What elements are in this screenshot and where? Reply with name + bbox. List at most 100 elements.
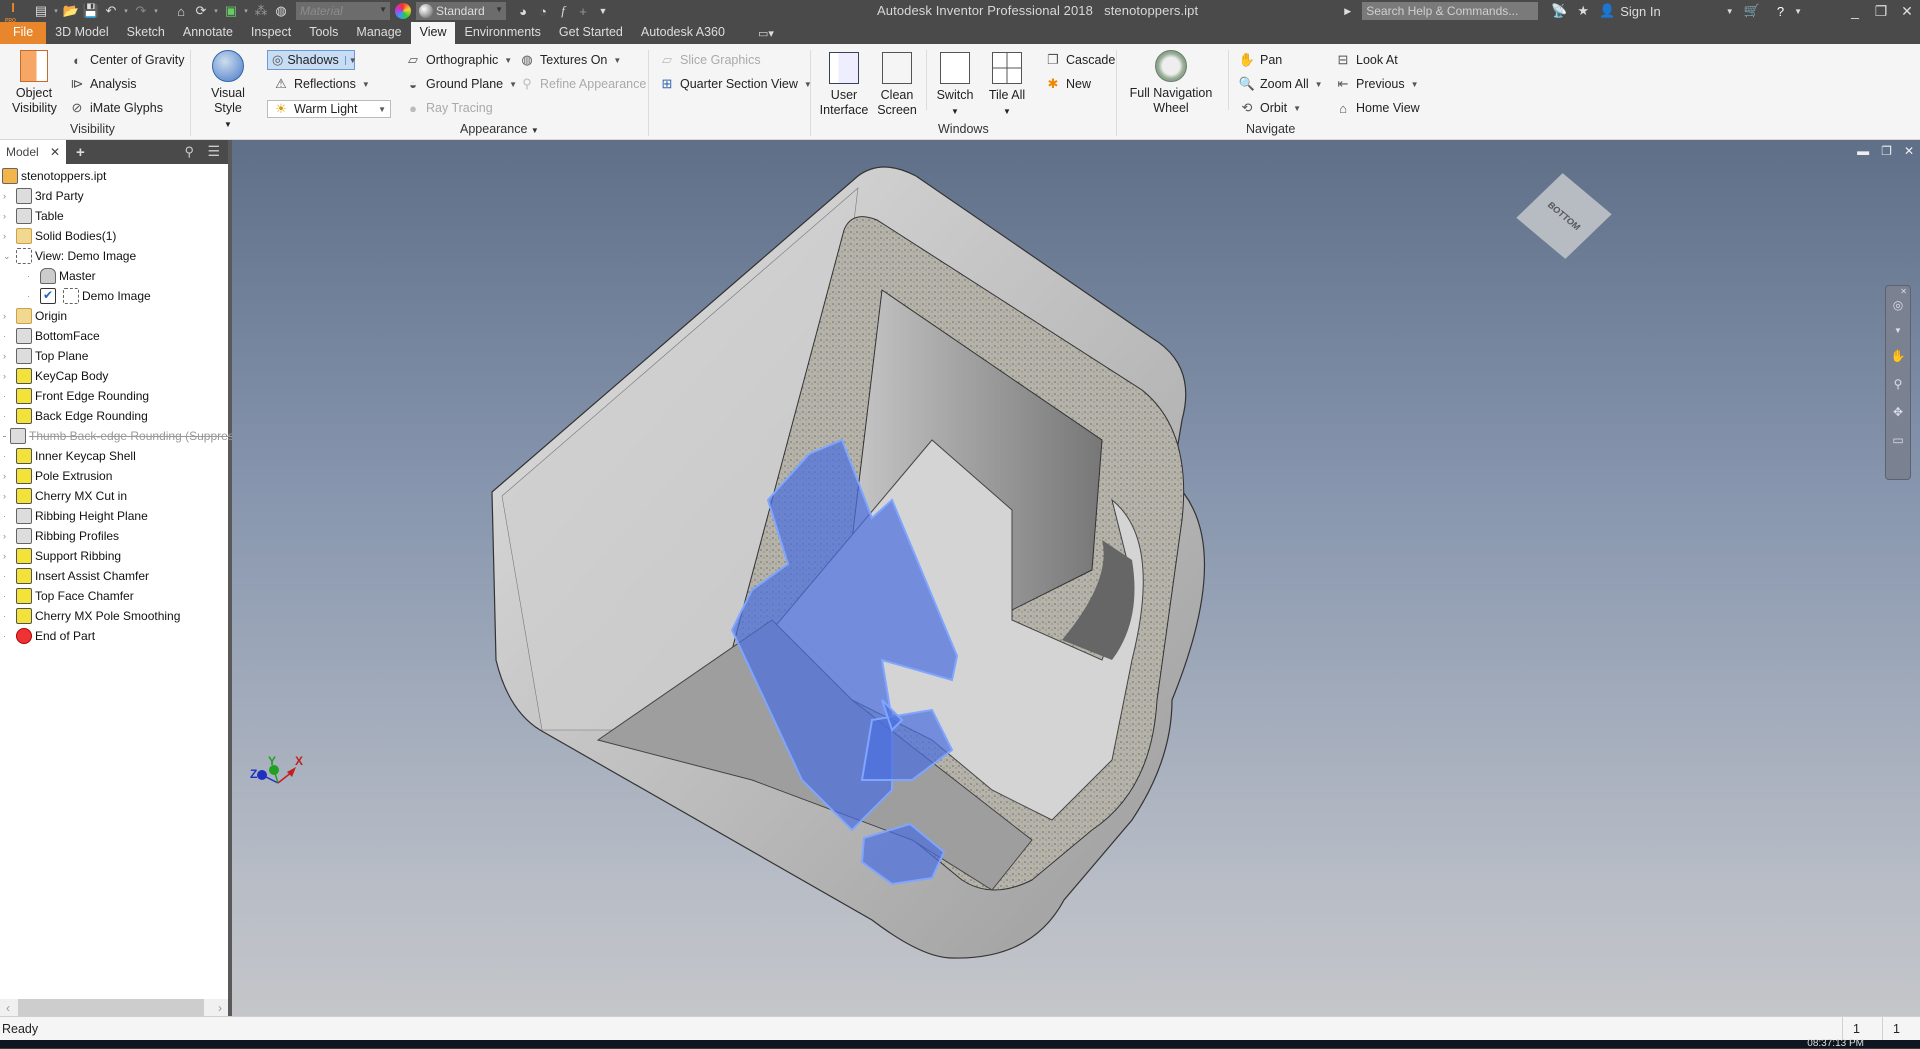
tree-node[interactable]: · Thumb Back-edge Rounding (Suppressed): [0, 426, 257, 446]
switch-button[interactable]: Switch ▼: [932, 52, 978, 119]
sign-in-link[interactable]: Sign In: [1620, 4, 1660, 19]
expand-chevron-icon[interactable]: ›: [3, 471, 12, 481]
new-window-button[interactable]: ✱ New: [1044, 76, 1091, 92]
sign-in-dropdown-icon[interactable]: ▼: [1726, 7, 1734, 16]
orbit-button[interactable]: ⟲ Orbit ▼: [1238, 100, 1301, 116]
parameters-fx-icon[interactable]: f: [554, 2, 572, 20]
tree-node[interactable]: › Support Ribbing: [0, 546, 228, 566]
new-file-icon[interactable]: ▤: [32, 2, 50, 20]
collapse-chevron-icon[interactable]: ⌄: [3, 251, 12, 262]
full-navigation-wheel-button[interactable]: Full Navigation Wheel: [1126, 50, 1216, 116]
tree-node[interactable]: · BottomFace: [0, 326, 228, 346]
help-icon[interactable]: ?: [1777, 4, 1784, 19]
close-button[interactable]: ✕: [1894, 3, 1920, 20]
tab-inspect[interactable]: Inspect: [242, 22, 300, 44]
tree-node[interactable]: › Ribbing Profiles: [0, 526, 228, 546]
redo-dropdown-icon[interactable]: ▾: [152, 7, 160, 15]
minimize-button[interactable]: _: [1842, 3, 1868, 19]
pan-button[interactable]: ✋ Pan: [1238, 52, 1282, 68]
cascade-button[interactable]: ❐ Cascade: [1044, 52, 1115, 68]
tab-view[interactable]: View: [410, 22, 456, 44]
expand-chevron-icon[interactable]: ›: [3, 191, 12, 201]
tree-node[interactable]: · Insert Assist Chamfer: [0, 566, 228, 586]
tile-all-button[interactable]: Tile All ▼: [984, 52, 1030, 119]
ground-plane-button[interactable]: ◒ Ground Plane ▼: [404, 76, 517, 92]
model-render[interactable]: Z Y X: [232, 140, 1920, 1016]
tree-node[interactable]: ⌄ View: Demo Image: [0, 246, 228, 266]
tab-tools[interactable]: Tools: [300, 22, 347, 44]
tree-node[interactable]: › Origin: [0, 306, 228, 326]
tree-node[interactable]: › KeyCap Body: [0, 366, 228, 386]
tree-node[interactable]: › Pole Extrusion: [0, 466, 228, 486]
tab-sketch[interactable]: Sketch: [118, 22, 174, 44]
tab-3d-model[interactable]: 3D Model: [46, 22, 118, 44]
adjust-appearance-icon[interactable]: ◕: [514, 2, 532, 20]
communication-center-icon[interactable]: 📡: [1551, 3, 1567, 19]
tree-node[interactable]: · Master: [0, 266, 228, 286]
ribbon-display-options-icon[interactable]: ▭▾: [758, 27, 774, 44]
object-visibility-button[interactable]: Object Visibility: [12, 50, 57, 116]
restore-button[interactable]: ❐: [1868, 3, 1894, 20]
color-wheel-icon[interactable]: [395, 3, 411, 19]
tree-node[interactable]: · ✔ Demo Image: [0, 286, 228, 306]
cart-icon[interactable]: 🛒: [1744, 3, 1760, 19]
clear-appearance-icon[interactable]: ◔: [534, 2, 552, 20]
orthographic-button[interactable]: ▱ Orthographic ▼: [404, 52, 512, 68]
refine-appearance-button[interactable]: ⚲ Refine Appearance: [518, 76, 646, 92]
expand-chevron-icon[interactable]: ›: [3, 491, 12, 501]
scrollbar-thumb[interactable]: [18, 999, 204, 1016]
shadows-button[interactable]: ◎ Shadows ▼: [267, 50, 357, 70]
center-of-gravity-button[interactable]: ◐ Center of Gravity: [68, 52, 184, 68]
select-dropdown-icon[interactable]: ▾: [242, 7, 250, 15]
tab-environments[interactable]: Environments: [455, 22, 549, 44]
user-icon[interactable]: 👤: [1599, 3, 1615, 19]
tab-autodesk-a360[interactable]: Autodesk A360: [632, 22, 734, 44]
tree-root[interactable]: stenotoppers.ipt: [0, 166, 228, 186]
undo-icon[interactable]: ↶: [102, 2, 120, 20]
help-search-input[interactable]: [1362, 2, 1539, 20]
ray-tracing-button[interactable]: ● Ray Tracing: [404, 100, 493, 116]
browser-horizontal-scrollbar[interactable]: ‹ ›: [0, 999, 228, 1016]
expand-chevron-icon[interactable]: ›: [3, 371, 12, 381]
search-expand-icon[interactable]: ▶: [1344, 6, 1351, 17]
slice-graphics-button[interactable]: ▱ Slice Graphics: [658, 52, 761, 68]
expand-chevron-icon[interactable]: ›: [3, 311, 12, 321]
tree-node[interactable]: · Back Edge Rounding: [0, 406, 228, 426]
customize-qat-icon[interactable]: ▼: [594, 2, 612, 20]
expand-chevron-icon[interactable]: ›: [3, 351, 12, 361]
tree-node[interactable]: · Inner Keycap Shell: [0, 446, 228, 466]
tree-node[interactable]: · Top Face Chamfer: [0, 586, 228, 606]
user-interface-button[interactable]: User Interface: [818, 52, 870, 118]
clean-screen-button[interactable]: Clean Screen: [874, 52, 920, 118]
analysis-button[interactable]: ⧐ Analysis: [68, 76, 137, 92]
scroll-left-icon[interactable]: ‹: [6, 1001, 10, 1015]
favorites-star-icon[interactable]: ★: [1577, 3, 1589, 19]
appearance-dropdown[interactable]: Standard ▼: [416, 2, 506, 20]
graphics-viewport[interactable]: ▬ ❐ ✕ BOTTOM ✕ ◎ ▼ ✋ ⚲ ✥ ▭ Z Y X: [232, 140, 1920, 1016]
add-browser-tab-icon[interactable]: +: [76, 144, 85, 161]
expand-chevron-icon[interactable]: ›: [3, 531, 12, 541]
previous-view-button[interactable]: ⇤ Previous ▼: [1334, 76, 1419, 92]
tab-file[interactable]: File: [0, 22, 47, 44]
tab-annotate[interactable]: Annotate: [174, 22, 242, 44]
appearance-group-label[interactable]: Appearance ▼: [460, 122, 539, 136]
visual-style-button[interactable]: Visual Style ▼: [196, 50, 260, 132]
browser-menu-icon[interactable]: ☰: [207, 143, 220, 160]
look-at-button[interactable]: ⊟ Look At: [1334, 52, 1398, 68]
quarter-section-view-button[interactable]: ⊞ Quarter Section View ▼: [658, 76, 812, 92]
expand-chevron-icon[interactable]: ›: [3, 231, 12, 241]
update-dropdown-icon[interactable]: ▾: [212, 7, 220, 15]
tab-manage[interactable]: Manage: [347, 22, 410, 44]
browser-search-icon[interactable]: ⚲: [184, 144, 194, 160]
help-dropdown-icon[interactable]: ▼: [1794, 7, 1802, 16]
app-logo[interactable]: I PRO: [4, 1, 22, 25]
save-icon[interactable]: 💾: [82, 2, 100, 20]
tree-node[interactable]: › 3rd Party: [0, 186, 228, 206]
home-view-button[interactable]: ⌂ Home View: [1334, 100, 1420, 116]
home-icon[interactable]: ⌂: [172, 2, 190, 20]
lighting-style-dropdown[interactable]: ☀ Warm Light ▼: [267, 100, 391, 118]
textures-on-button[interactable]: ◍ Textures On ▼: [518, 52, 621, 68]
tree-node[interactable]: · Cherry MX Pole Smoothing: [0, 606, 228, 626]
tree-node[interactable]: › Table: [0, 206, 228, 226]
select-icon[interactable]: ▣: [222, 2, 240, 20]
